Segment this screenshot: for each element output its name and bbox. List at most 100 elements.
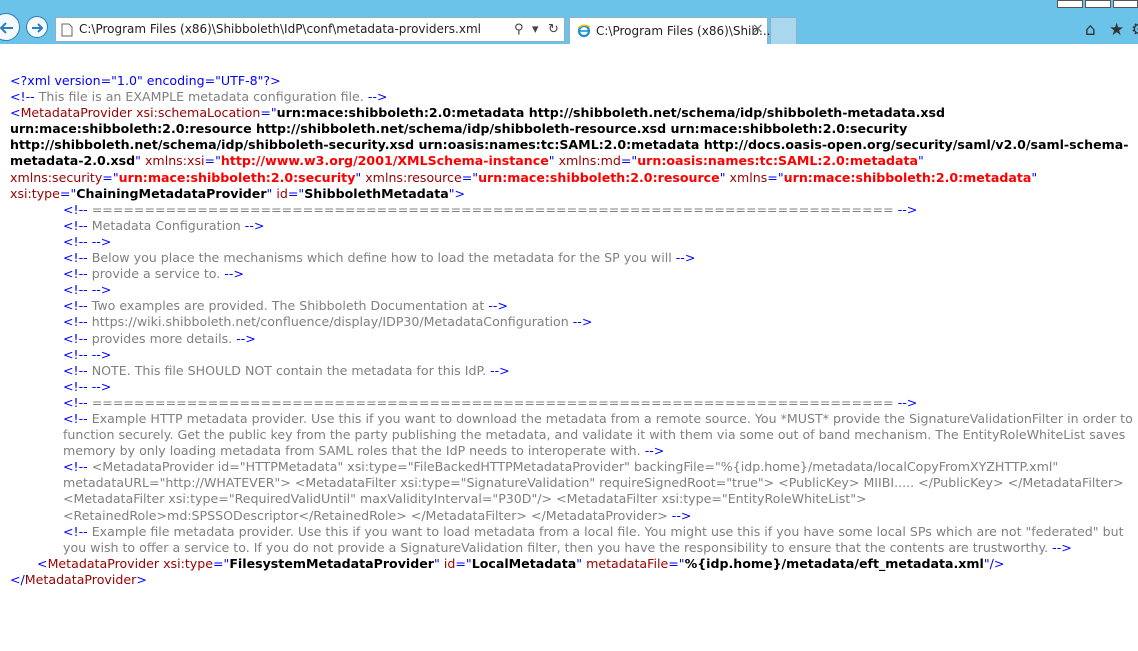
comment-open: <!-- bbox=[63, 346, 88, 362]
comment-line: <!-- --> bbox=[10, 347, 1135, 363]
comment-close: --> bbox=[675, 250, 696, 266]
favorites-icon[interactable]: ★ bbox=[1109, 20, 1124, 40]
maximize-button[interactable] bbox=[1085, 0, 1111, 8]
attr-quote: " bbox=[355, 169, 362, 185]
comment-line: <!-- --> bbox=[10, 282, 1135, 298]
attr-name: xsi:schemaLocation bbox=[136, 105, 261, 121]
attr-quote: =" bbox=[767, 169, 784, 185]
comment-line: <!-- provide a service to. --> bbox=[10, 266, 1135, 282]
address-bar[interactable]: C:\Program Files (x86)\Shibboleth\IdP\co… bbox=[55, 17, 565, 42]
attr-name: xmlns:md bbox=[558, 153, 621, 169]
attr-quote: =" bbox=[59, 185, 77, 201]
comment-close: --> bbox=[572, 314, 593, 330]
attr-value: http://www.w3.org/2001/XMLSchema-instanc… bbox=[220, 153, 549, 169]
ie-icon bbox=[577, 24, 591, 38]
attr-quote: " bbox=[1031, 169, 1038, 185]
comment-close: --> bbox=[490, 362, 510, 378]
attr-value: urn:oasis:names:tc:SAML:2.0:metadata bbox=[637, 153, 919, 169]
comment-text: Two examples are provided. The Shibbolet… bbox=[91, 298, 485, 314]
attr-name: metadataFile bbox=[586, 555, 669, 571]
comment-text: provide a service to. bbox=[91, 266, 221, 282]
attr-name: xsi:type bbox=[10, 185, 60, 201]
attr-quote: =" bbox=[620, 153, 638, 169]
attr-quote: =" bbox=[204, 153, 221, 169]
forward-button[interactable] bbox=[26, 16, 48, 38]
back-button[interactable] bbox=[0, 13, 20, 41]
close-window-button[interactable] bbox=[1113, 0, 1138, 8]
comment-open: <!-- bbox=[63, 250, 88, 266]
page-icon bbox=[61, 23, 73, 37]
new-tab-button[interactable] bbox=[770, 17, 797, 44]
comment-block: <!-- ===================================… bbox=[10, 202, 1135, 411]
comment-open: <!-- bbox=[63, 217, 88, 233]
tools-gear-icon[interactable]: ⚙ bbox=[1131, 20, 1138, 40]
attr-value: urn:mace:shibboleth:2.0:security bbox=[118, 169, 356, 185]
comment-line: <!-- ===================================… bbox=[10, 395, 1135, 411]
filesystem-metadata-provider-tag: <MetadataProvider xsi:type="FilesystemMe… bbox=[10, 556, 1135, 572]
comment-text: Metadata Configuration bbox=[91, 217, 241, 233]
comment-text: https://wiki.shibboleth.net/confluence/d… bbox=[91, 314, 569, 330]
comment-open: <!-- bbox=[63, 394, 88, 410]
attr-value: FilesystemMetadataProvider bbox=[229, 555, 435, 571]
search-icon[interactable]: ⚲ bbox=[514, 22, 524, 37]
xml-declaration: <?xml version="1.0" encoding="UTF-8"?> bbox=[10, 73, 281, 88]
comment-http-provider: <!-- Example HTTP metadata provider. Use… bbox=[63, 410, 1133, 459]
attr-name: id bbox=[276, 185, 288, 201]
comment-line: <!-- --> bbox=[10, 379, 1135, 395]
tab-metadata-providers[interactable]: C:\Program Files (x86)\Shib... × bbox=[569, 17, 771, 44]
tab-title: C:\Program Files (x86)\Shib... bbox=[596, 24, 771, 38]
comment-open: <!-- bbox=[63, 330, 88, 346]
tag-name: MetadataProvider bbox=[20, 105, 133, 121]
attr-name: xsi:type bbox=[163, 555, 213, 571]
comment-line: <!-- --> bbox=[10, 234, 1135, 250]
attr-quote: =" bbox=[668, 555, 685, 571]
attr-name: id bbox=[443, 555, 456, 571]
comment-close: --> bbox=[897, 394, 918, 410]
comment-file-provider: <!-- Example file metadata provider. Use… bbox=[63, 523, 1124, 555]
attr-quote: =" bbox=[102, 169, 119, 185]
attr-quote: =" bbox=[212, 555, 230, 571]
comment-line: <!-- Metadata Configuration --> bbox=[10, 218, 1135, 234]
comment-text: Below you place the mechanisms which def… bbox=[91, 250, 672, 266]
comment-open: <!-- bbox=[63, 201, 88, 217]
comment-line: <!-- ===================================… bbox=[10, 202, 1135, 218]
comment-close: --> bbox=[91, 233, 112, 249]
dropdown-icon[interactable]: ▾ bbox=[532, 22, 539, 37]
comment-line: <!-- Two examples are provided. The Shib… bbox=[10, 298, 1135, 314]
refresh-icon[interactable]: ↻ bbox=[548, 22, 559, 37]
attr-quote: " bbox=[548, 153, 555, 169]
back-arrow-icon bbox=[0, 22, 13, 34]
attr-quote: =" bbox=[287, 185, 305, 201]
comment-close: --> bbox=[488, 298, 508, 314]
comment-close: --> bbox=[244, 217, 265, 233]
comment-close: --> bbox=[224, 266, 244, 282]
attr-value: urn:mace:shibboleth:2.0:metadata bbox=[783, 169, 1032, 185]
root-metadata-provider-close-tag: </MetadataProvider> bbox=[10, 571, 147, 587]
comment-open: <!-- bbox=[63, 378, 88, 394]
comment-open: <!-- bbox=[63, 362, 88, 378]
minimize-button[interactable] bbox=[1057, 0, 1083, 8]
attr-value: LocalMetadata bbox=[471, 555, 577, 571]
attr-quote: " bbox=[266, 185, 273, 201]
comment-open: <!-- bbox=[63, 266, 88, 282]
comment-open: <!-- bbox=[63, 298, 88, 314]
tag-bracket: < bbox=[10, 105, 21, 121]
comment-line: <!-- NOTE. This file SHOULD NOT contain … bbox=[10, 363, 1135, 379]
browser-toolbar: C:\Program Files (x86)\Shibboleth\IdP\co… bbox=[0, 0, 1138, 44]
attr-quote: " bbox=[576, 555, 583, 571]
comment-text: ========================================… bbox=[91, 394, 894, 410]
tab-close-icon[interactable]: × bbox=[752, 21, 764, 37]
comment-http-xml: <!-- <MetadataProvider id="HTTPMetadata"… bbox=[63, 459, 1124, 523]
home-icon[interactable]: ⌂ bbox=[1085, 20, 1096, 40]
comment-line: <!-- This file is an EXAMPLE metadata co… bbox=[10, 89, 388, 105]
tag-bracket: < bbox=[37, 555, 48, 571]
attr-name: xmlns bbox=[729, 169, 768, 185]
attr-quote: =" bbox=[260, 105, 277, 121]
attr-name: xmlns:resource bbox=[365, 169, 462, 185]
attr-quote: " bbox=[719, 169, 726, 185]
attr-value: urn:mace:shibboleth:2.0:resource bbox=[478, 169, 720, 185]
tag-bracket: > bbox=[454, 185, 466, 201]
xml-document: <?xml version="1.0" encoding="UTF-8"?> <… bbox=[10, 73, 1135, 588]
comment-close: --> bbox=[91, 282, 112, 298]
attr-quote: =" bbox=[455, 555, 472, 571]
